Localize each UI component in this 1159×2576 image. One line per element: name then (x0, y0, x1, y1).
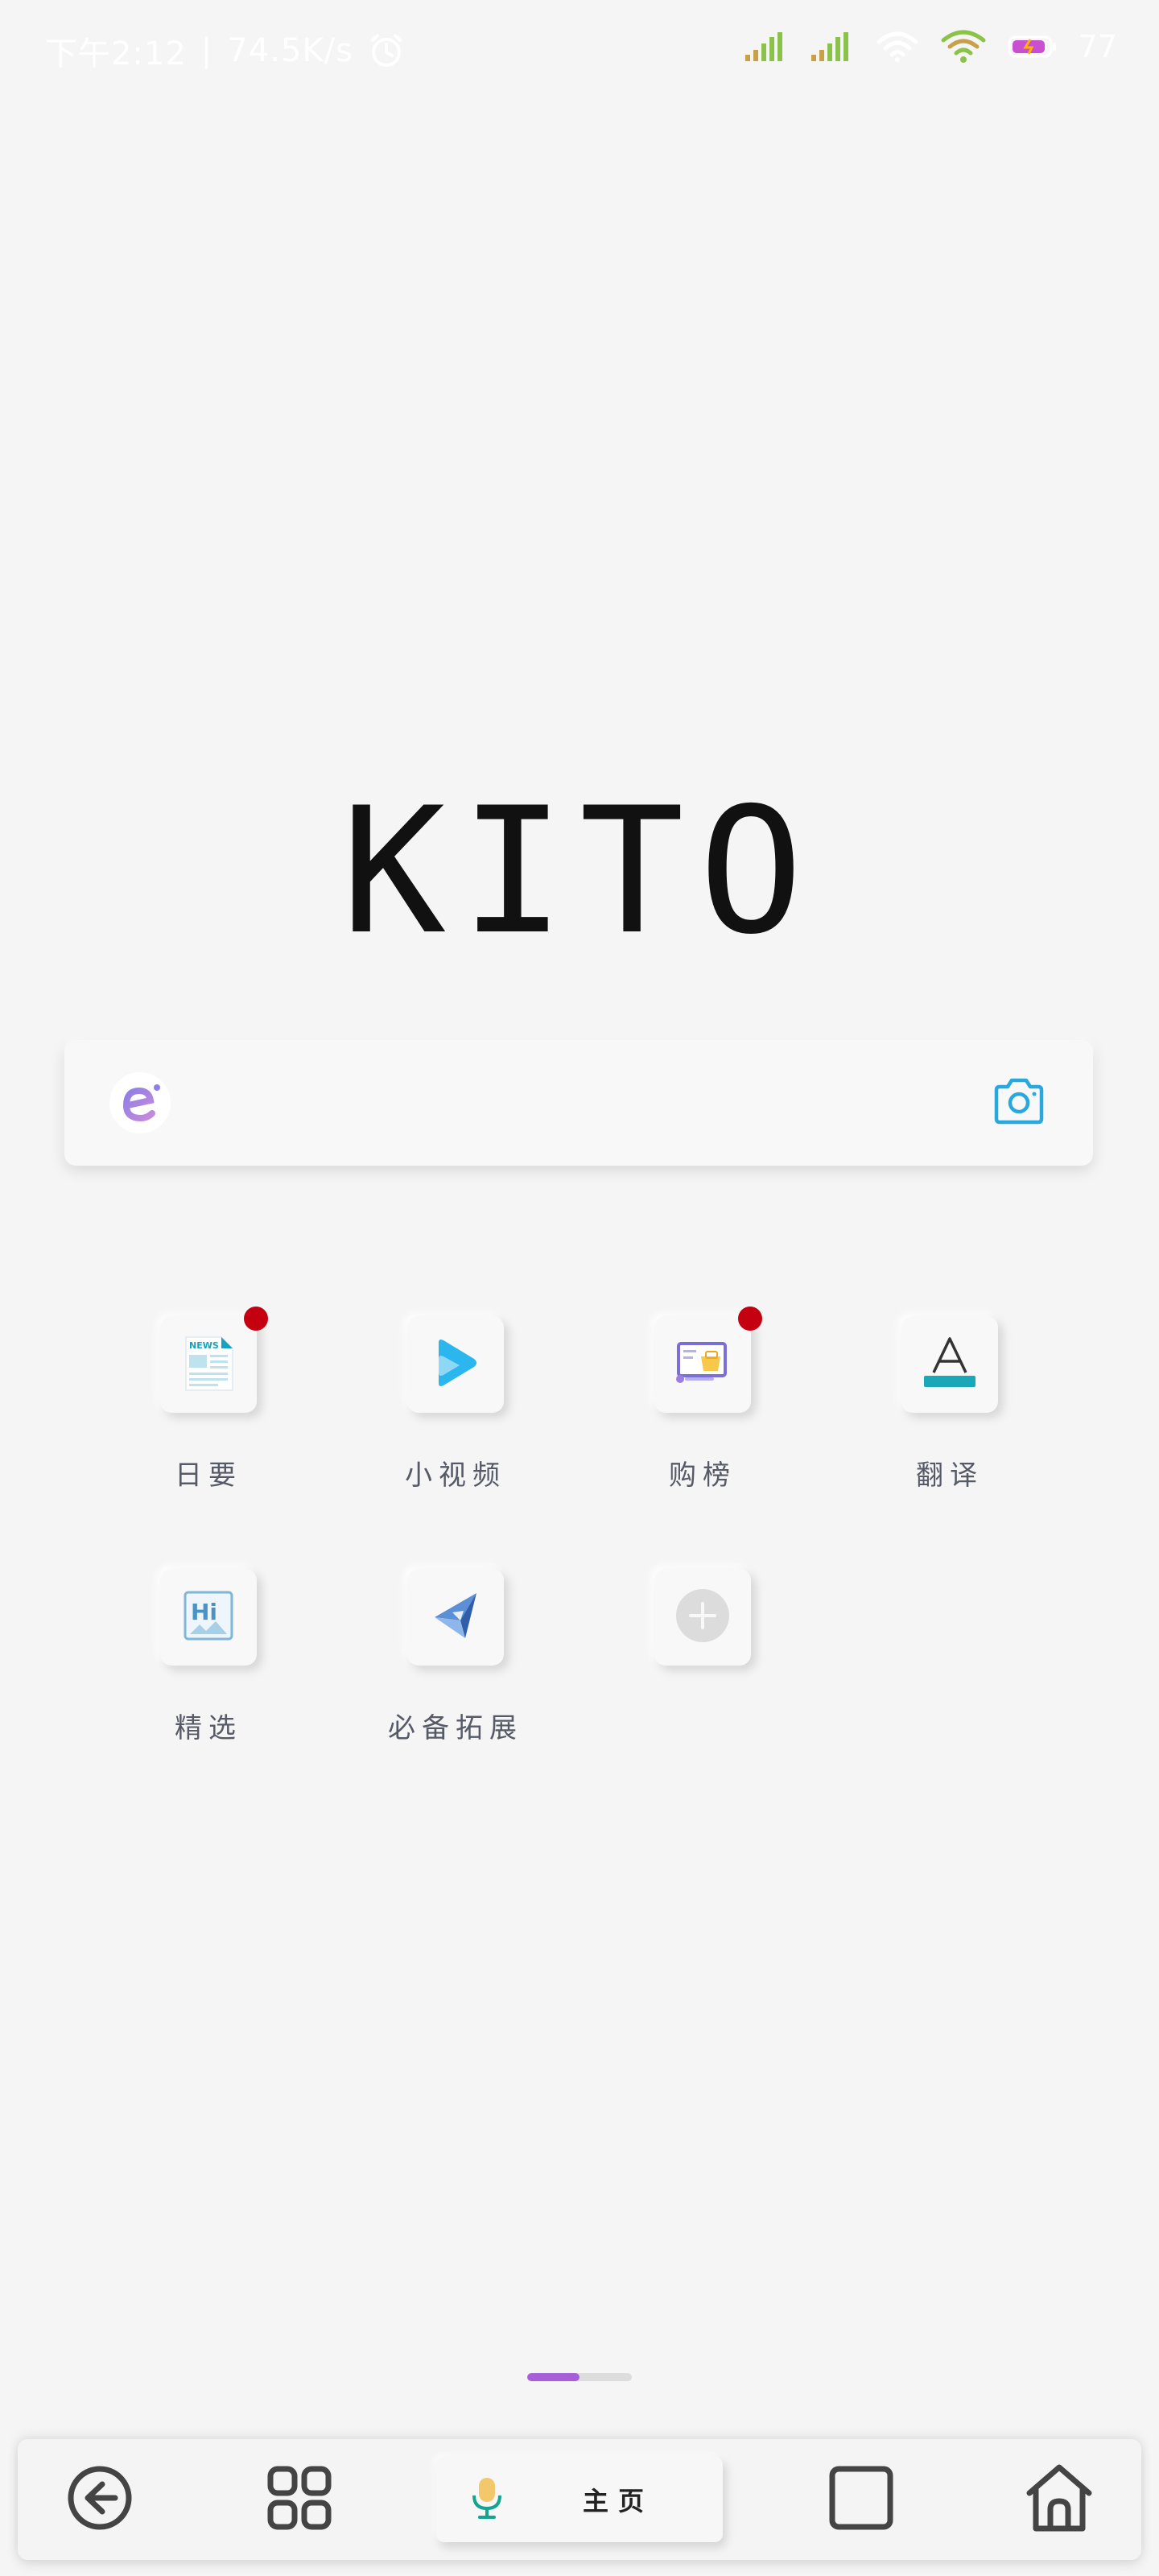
bottom-navigation: 主页 (18, 2439, 1141, 2560)
notification-badge (738, 1307, 762, 1331)
shortcut-tile[interactable] (654, 1569, 751, 1666)
shortcut-tile[interactable] (654, 1307, 762, 1413)
alarm-icon (368, 32, 405, 69)
status-separator: | (200, 32, 213, 69)
status-time: 下午2:12 (45, 35, 187, 72)
translate-icon (921, 1334, 979, 1395)
wifi-icon (876, 31, 919, 63)
status-right: 77 (744, 29, 1117, 64)
apps-button[interactable] (235, 2439, 364, 2560)
shortcut-label: 小视频 (405, 1459, 506, 1492)
battery-level: 77 (1078, 29, 1117, 64)
engine-logo-icon[interactable] (109, 1072, 171, 1133)
page-indicator-fill (527, 2373, 580, 2381)
camera-icon[interactable] (990, 1075, 1048, 1130)
shortcut-label: 翻译 (916, 1459, 984, 1492)
page-indicator (527, 2373, 632, 2381)
shortcut-daily-news[interactable]: NEWS 日要 (120, 1307, 297, 1492)
extension-icon (428, 1588, 483, 1646)
status-bar: 下午2:12 | 74.5K/s 77 (0, 0, 1159, 97)
add-icon (674, 1587, 731, 1647)
apps-grid-icon (266, 2464, 333, 2535)
search-bar[interactable] (64, 1040, 1093, 1166)
shortcut-tile[interactable] (407, 1316, 504, 1413)
browser-home-screen: 下午2:12 | 74.5K/s 77 KITO NEWS 日要 小视频 购榜 … (0, 0, 1159, 2576)
news-icon: NEWS (179, 1334, 237, 1395)
shortcut-translate[interactable]: 翻译 (861, 1316, 1038, 1492)
wifi-icon (940, 29, 987, 64)
shortcut-short-video[interactable]: 小视频 (367, 1316, 544, 1492)
svg-text:Hi: Hi (191, 1599, 217, 1625)
shortcut-add[interactable] (614, 1569, 791, 1706)
shortcut-tile[interactable]: NEWS (160, 1307, 268, 1413)
back-button[interactable] (35, 2439, 164, 2560)
tabs-icon (827, 2464, 895, 2535)
back-icon (65, 2463, 134, 2536)
shortcut-featured[interactable]: Hi 精选 (120, 1569, 297, 1745)
shortcut-label: 日要 (175, 1459, 242, 1492)
play-icon (427, 1335, 484, 1394)
shortcut-label: 精选 (175, 1712, 242, 1744)
signal-icon (744, 31, 789, 63)
home-icon (1023, 2462, 1095, 2537)
status-left: 下午2:12 | 74.5K/s (45, 27, 405, 74)
shortcut-label: 购榜 (669, 1459, 736, 1492)
shortcut-label: 必备拓展 (388, 1712, 523, 1744)
shortcut-tile[interactable] (901, 1316, 998, 1413)
battery-icon (1008, 35, 1058, 59)
notification-badge (244, 1307, 268, 1331)
kito-logo: KITO (340, 770, 819, 972)
home-page-button[interactable] (995, 2439, 1124, 2560)
status-network-speed: 74.5K/s (227, 32, 353, 69)
home-label: 主页 (583, 2486, 654, 2516)
tabs-button[interactable] (797, 2439, 926, 2560)
signal-icon (810, 31, 855, 63)
hi-icon: Hi (182, 1589, 235, 1645)
svg-text:NEWS: NEWS (189, 1340, 219, 1351)
shortcut-tile[interactable]: Hi (160, 1569, 257, 1666)
home-button[interactable]: 主页 (436, 2457, 723, 2542)
microphone-icon[interactable] (468, 2475, 505, 2524)
shopping-icon (674, 1339, 732, 1390)
shortcut-tile[interactable] (407, 1569, 504, 1666)
shortcut-extensions[interactable]: 必备拓展 (367, 1569, 544, 1745)
search-input[interactable] (203, 1062, 958, 1144)
shortcut-shopping-rank[interactable]: 购榜 (614, 1307, 791, 1492)
